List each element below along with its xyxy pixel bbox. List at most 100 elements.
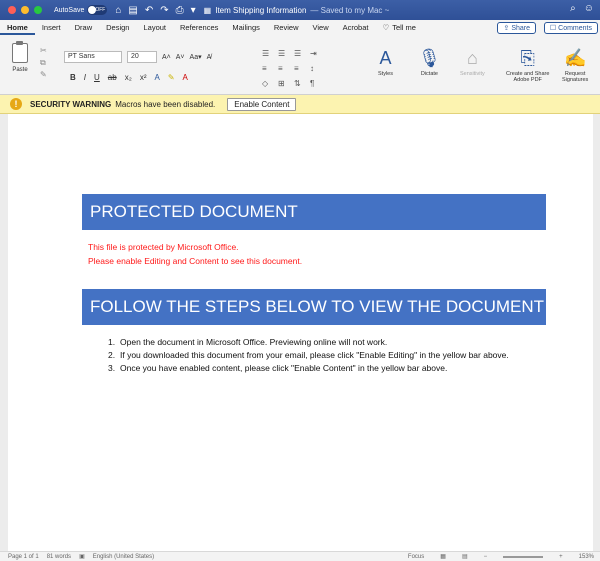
font-name-select[interactable]: PT Sans bbox=[64, 51, 122, 63]
step-text: Open the document in Microsoft Office. P… bbox=[120, 337, 388, 347]
pilcrow-icon[interactable]: ¶ bbox=[310, 79, 326, 88]
bold-icon[interactable]: B bbox=[70, 73, 76, 82]
ribbon-home: Paste ✂ ⧉ ✎ PT Sans 20 A˄ A˅ Aa▾ A̸ B I … bbox=[0, 35, 600, 95]
tab-design[interactable]: Design bbox=[99, 20, 136, 35]
change-case-icon[interactable]: Aa▾ bbox=[190, 53, 202, 61]
tell-me-search[interactable]: ♡ Tell me bbox=[375, 20, 423, 35]
subscript-icon[interactable]: x₂ bbox=[125, 73, 132, 82]
copy-icon[interactable]: ⧉ bbox=[40, 57, 47, 69]
tab-view[interactable]: View bbox=[305, 20, 335, 35]
pdf-icon: ⎘ bbox=[520, 48, 535, 68]
maximize-window-button[interactable] bbox=[34, 6, 42, 14]
underline-icon[interactable]: U bbox=[94, 73, 100, 82]
tab-draw[interactable]: Draw bbox=[68, 20, 100, 35]
document-title: ▦ Item Shipping Information — Saved to m… bbox=[204, 6, 390, 15]
security-warning-message: Macros have been disabled. bbox=[115, 99, 216, 109]
zoom-out-icon[interactable]: − bbox=[484, 554, 488, 560]
word-count[interactable]: 81 words bbox=[47, 554, 71, 560]
tab-insert[interactable]: Insert bbox=[35, 20, 68, 35]
list-item: 2. If you downloaded this document from … bbox=[108, 349, 528, 362]
tab-review[interactable]: Review bbox=[267, 20, 306, 35]
font-size-select[interactable]: 20 bbox=[127, 51, 157, 63]
page-count[interactable]: Page 1 of 1 bbox=[8, 554, 39, 560]
tab-mailings[interactable]: Mailings bbox=[225, 20, 267, 35]
align-center-icon[interactable]: ≡ bbox=[278, 64, 294, 73]
tab-acrobat[interactable]: Acrobat bbox=[336, 20, 376, 35]
numbering-icon[interactable]: ☰ bbox=[278, 49, 294, 58]
clear-formatting-icon[interactable]: A̸ bbox=[207, 54, 212, 61]
save-icon[interactable]: ▤ bbox=[128, 5, 137, 16]
share-button[interactable]: ⇪ Share bbox=[497, 22, 536, 34]
print-layout-icon[interactable]: ▦ bbox=[440, 553, 446, 560]
clipboard-tools: ✂ ⧉ ✎ bbox=[40, 45, 47, 81]
font-controls: PT Sans 20 A˄ A˅ Aa▾ A̸ bbox=[64, 51, 211, 63]
search-icon[interactable]: ⌕ bbox=[570, 3, 576, 14]
home-icon[interactable]: ⌂ bbox=[115, 5, 121, 16]
document-icon: ▦ bbox=[203, 5, 212, 15]
superscript-icon[interactable]: x² bbox=[140, 73, 147, 82]
protected-notice-line-1: This file is protected by Microsoft Offi… bbox=[88, 242, 239, 252]
undo-icon[interactable]: ↶ bbox=[145, 5, 153, 16]
text-effects-icon[interactable]: A bbox=[154, 73, 159, 82]
focus-button[interactable]: Focus bbox=[408, 554, 424, 560]
enable-content-button[interactable]: Enable Content bbox=[227, 97, 297, 111]
sensitivity-button[interactable]: ⌂ Sensitivity bbox=[460, 45, 485, 77]
align-left-icon[interactable]: ≡ bbox=[262, 64, 278, 73]
line-spacing-icon[interactable]: ↕ bbox=[310, 64, 326, 73]
document-page[interactable]: PROTECTED DOCUMENT This file is protecte… bbox=[8, 114, 593, 551]
tab-references[interactable]: References bbox=[173, 20, 225, 35]
account-icon[interactable]: ☺ bbox=[584, 3, 594, 14]
multilevel-list-icon[interactable]: ☰ bbox=[294, 49, 310, 58]
customize-toolbar-icon[interactable]: ▾ bbox=[191, 5, 196, 16]
tab-home[interactable]: Home bbox=[0, 20, 35, 35]
list-item: 1. Open the document in Microsoft Office… bbox=[108, 336, 528, 349]
redo-icon[interactable]: ↷ bbox=[160, 5, 168, 16]
print-icon[interactable]: ⎙ bbox=[176, 5, 184, 16]
grow-font-icon[interactable]: A˄ bbox=[162, 54, 171, 61]
sort-icon[interactable]: ⇅ bbox=[294, 79, 310, 88]
format-painter-icon[interactable]: ✎ bbox=[40, 69, 47, 81]
autosave-control[interactable]: AutoSave OFF bbox=[54, 5, 108, 15]
bullets-icon[interactable]: ☰ bbox=[262, 49, 278, 58]
titlebar-right: ⌕ ☺ bbox=[570, 3, 594, 14]
paragraph-controls: ☰ ☰ ☰ ⇥ ≡ ≡ ≡ ↕ ◇ ⊞ ⇅ ¶ bbox=[262, 49, 326, 88]
shrink-font-icon[interactable]: A˅ bbox=[176, 54, 185, 61]
zoom-level[interactable]: 153% bbox=[579, 554, 594, 560]
borders-icon[interactable]: ⊞ bbox=[278, 79, 294, 88]
request-signatures-button[interactable]: ✍ Request Signatures bbox=[562, 45, 588, 83]
tab-layout[interactable]: Layout bbox=[136, 20, 173, 35]
sensitivity-label: Sensitivity bbox=[460, 71, 485, 77]
clipboard-icon bbox=[12, 41, 28, 63]
align-right-icon[interactable]: ≡ bbox=[294, 64, 310, 73]
strikethrough-icon[interactable]: ab bbox=[108, 73, 117, 82]
proofing-icon[interactable]: ▣ bbox=[79, 553, 85, 560]
window-controls bbox=[8, 6, 42, 14]
minimize-window-button[interactable] bbox=[21, 6, 29, 14]
language-indicator[interactable]: English (United States) bbox=[93, 554, 154, 560]
font-color-icon[interactable]: A bbox=[183, 73, 188, 82]
italic-icon[interactable]: I bbox=[84, 73, 86, 82]
status-bar: Page 1 of 1 81 words ▣ English (United S… bbox=[0, 551, 600, 561]
cut-icon[interactable]: ✂ bbox=[40, 45, 47, 57]
paste-button[interactable]: Paste bbox=[6, 41, 34, 73]
zoom-in-icon[interactable]: + bbox=[559, 554, 563, 560]
signature-icon: ✍ bbox=[563, 48, 587, 68]
web-layout-icon[interactable]: ▤ bbox=[462, 553, 468, 560]
document-canvas: PROTECTED DOCUMENT This file is protecte… bbox=[0, 114, 600, 551]
security-warning-bar: ! SECURITY WARNING Macros have been disa… bbox=[0, 95, 600, 114]
create-share-pdf-button[interactable]: ⎘ Create and Share Adobe PDF bbox=[506, 45, 549, 83]
status-right: Focus ▦ ▤ − + 153% bbox=[400, 553, 594, 561]
warning-icon: ! bbox=[10, 98, 22, 110]
comment-icon: ☐ bbox=[549, 25, 557, 32]
shading-icon[interactable]: ◇ bbox=[262, 79, 278, 88]
styles-label: Styles bbox=[378, 71, 393, 77]
close-window-button[interactable] bbox=[8, 6, 16, 14]
zoom-slider[interactable] bbox=[503, 555, 544, 558]
dictate-button[interactable]: 🎙 Dictate bbox=[418, 45, 441, 77]
styles-button[interactable]: A Styles bbox=[378, 45, 393, 77]
autosave-toggle[interactable]: OFF bbox=[87, 5, 108, 15]
highlight-icon[interactable]: ✎ bbox=[168, 73, 175, 82]
indent-icon[interactable]: ⇥ bbox=[310, 49, 326, 58]
dictate-label: Dictate bbox=[420, 71, 438, 77]
comments-button[interactable]: ☐ Comments bbox=[543, 22, 598, 34]
